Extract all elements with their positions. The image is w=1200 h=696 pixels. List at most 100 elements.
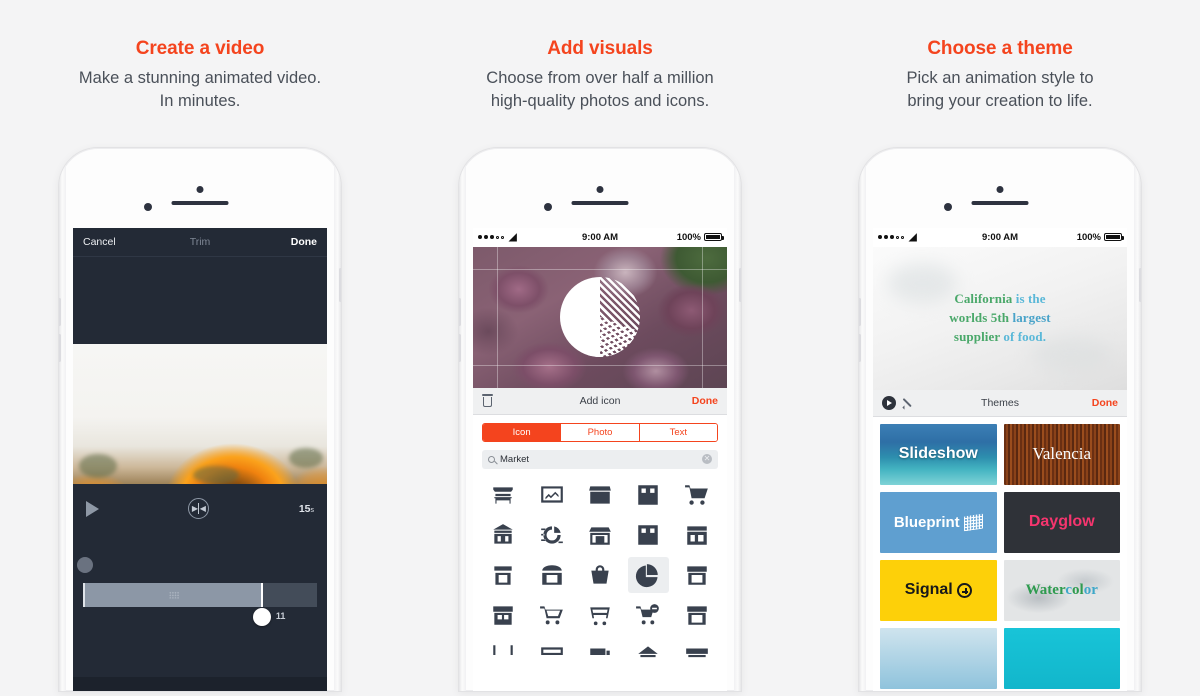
column-2-title: Add visuals bbox=[547, 38, 653, 59]
column-add-visuals: Add visuals Choose from over half a mill… bbox=[400, 0, 800, 696]
theme-card-watercolor[interactable]: Watercolor bbox=[1003, 559, 1120, 621]
battery-percent-label: 100% bbox=[1076, 231, 1102, 243]
duration-label: 15s bbox=[298, 502, 314, 515]
theme-card-valencia[interactable]: Valencia bbox=[1003, 423, 1120, 485]
two-story-shop-icon[interactable] bbox=[624, 515, 672, 555]
market-stall-icon[interactable] bbox=[479, 475, 527, 515]
power-button[interactable] bbox=[1139, 267, 1141, 302]
power-button[interactable] bbox=[339, 267, 341, 302]
partial-row-icon-4[interactable] bbox=[624, 635, 672, 675]
stall-counter-icon[interactable] bbox=[479, 555, 527, 595]
phone-frame-3: ◢ 9:00 AM 100% California is the worlds … bbox=[858, 146, 1142, 692]
search-field[interactable]: Market ✕ bbox=[482, 449, 718, 469]
shopping-cart-outline-icon[interactable] bbox=[527, 595, 575, 635]
themes-panel: Slideshow Valencia Blueprint Dayglow Sig… bbox=[873, 416, 1127, 691]
striped-awning-shop-icon[interactable] bbox=[673, 515, 721, 555]
slide-text-part-2: is the bbox=[1015, 290, 1046, 306]
trim-handles-icon[interactable]: ▶ ◀ bbox=[188, 498, 210, 520]
pencil-icon[interactable] bbox=[903, 397, 915, 409]
source-segmented-control[interactable]: Icon Photo Text bbox=[482, 422, 718, 442]
volume-down-button[interactable] bbox=[459, 333, 461, 362]
pie-chart-icon[interactable] bbox=[624, 555, 672, 595]
partial-row-icon-3[interactable] bbox=[576, 635, 624, 675]
icon-results-grid[interactable] bbox=[473, 469, 727, 691]
line-chart-icon[interactable] bbox=[527, 475, 575, 515]
play-icon[interactable] bbox=[882, 395, 896, 410]
volume-button[interactable] bbox=[59, 297, 61, 326]
partial-row-icon-2[interactable] bbox=[527, 635, 575, 675]
column-3-heading-block: Choose a theme Pick an animation style t… bbox=[906, 0, 1093, 114]
battery-area: 100% bbox=[1018, 231, 1125, 243]
theme-card-signal[interactable]: Signal bbox=[880, 559, 997, 621]
segment-icon[interactable]: Icon bbox=[483, 423, 562, 441]
done-button[interactable]: Done bbox=[1052, 397, 1118, 409]
volume-button[interactable] bbox=[459, 297, 461, 326]
trim-timeline[interactable]: 11 bbox=[77, 552, 317, 626]
theme-card-partial-2[interactable] bbox=[1003, 627, 1120, 689]
partial-row-icon-5[interactable] bbox=[673, 635, 721, 675]
done-button[interactable]: Done bbox=[652, 395, 718, 407]
phone-mockup-1: Cancel Trim Done ▶ ◀ 15s 11 bbox=[58, 146, 342, 692]
pie-chart-icon[interactable] bbox=[560, 277, 640, 358]
trim-navbar: Cancel Trim Done bbox=[73, 227, 327, 257]
striped-stall-icon[interactable] bbox=[673, 595, 721, 635]
themes-title: Themes bbox=[981, 396, 1019, 409]
carrier-signal: ◢ bbox=[878, 232, 982, 243]
trim-start-handle[interactable] bbox=[83, 582, 85, 607]
add-icon-panel: Icon Photo Text Market ✕ bbox=[473, 414, 727, 691]
theme-card-dayglow[interactable]: Dayglow bbox=[1003, 491, 1120, 553]
timeline-selection[interactable] bbox=[85, 582, 263, 607]
cancel-button[interactable]: Cancel bbox=[83, 236, 161, 248]
theme-card-partial-1[interactable] bbox=[880, 627, 997, 689]
building-storefront-icon[interactable] bbox=[624, 475, 672, 515]
trim-end-knob[interactable] bbox=[252, 607, 271, 626]
awning-shop-icon[interactable] bbox=[673, 555, 721, 595]
column-2-body-line-1: Choose from over half a million bbox=[486, 68, 714, 87]
proximity-sensor bbox=[544, 202, 552, 211]
segment-photo[interactable]: Photo bbox=[561, 423, 640, 441]
partial-row-icon-1[interactable] bbox=[479, 635, 527, 675]
shopping-basket-icon[interactable] bbox=[576, 555, 624, 595]
volume-down-button[interactable] bbox=[859, 333, 861, 362]
done-button[interactable]: Done bbox=[239, 236, 317, 248]
donut-chart-icon[interactable] bbox=[527, 515, 575, 555]
status-bar: ◢ 9:00 AM 100% bbox=[473, 227, 727, 247]
onions-photo[interactable] bbox=[473, 246, 727, 388]
trim-start-knob[interactable] bbox=[77, 556, 93, 573]
phone-frame-1: Cancel Trim Done ▶ ◀ 15s 11 bbox=[58, 146, 342, 692]
slide-preview[interactable]: California is the worlds 5th largest sup… bbox=[873, 246, 1127, 390]
cart-remove-icon[interactable] bbox=[624, 595, 672, 635]
status-bar-time: 9:00 AM bbox=[581, 231, 619, 243]
trim-end-handle[interactable] bbox=[260, 582, 263, 607]
slide-text-part-4: largest bbox=[1012, 309, 1051, 325]
carrier-signal: ◢ bbox=[478, 232, 582, 243]
volume-button[interactable] bbox=[859, 297, 861, 326]
segment-text[interactable]: Text bbox=[639, 423, 717, 441]
video-letterbox-top bbox=[73, 256, 327, 344]
blueprint-icon bbox=[963, 513, 983, 531]
play-icon[interactable] bbox=[86, 500, 99, 517]
slide-text: California is the worlds 5th largest sup… bbox=[949, 290, 1050, 347]
theme-label: Watercolor bbox=[1025, 581, 1098, 598]
theme-card-blueprint[interactable]: Blueprint bbox=[880, 491, 997, 553]
power-button[interactable] bbox=[739, 267, 741, 302]
market-front-icon[interactable] bbox=[479, 595, 527, 635]
striped-shop-icon[interactable] bbox=[527, 555, 575, 595]
market-hall-icon[interactable] bbox=[479, 515, 527, 555]
column-1-body-line-2: In minutes. bbox=[159, 92, 241, 111]
sunflower-video-frame[interactable] bbox=[73, 343, 327, 484]
search-input[interactable]: Market bbox=[500, 454, 697, 465]
shop-awning-icon[interactable] bbox=[576, 475, 624, 515]
grid-cart-icon[interactable] bbox=[576, 595, 624, 635]
theme-card-slideshow[interactable]: Slideshow bbox=[880, 423, 997, 485]
trash-icon[interactable] bbox=[482, 394, 548, 408]
themes-grid[interactable]: Slideshow Valencia Blueprint Dayglow Sig… bbox=[873, 417, 1127, 691]
storefront-outline-icon[interactable] bbox=[576, 515, 624, 555]
wifi-icon: ◢ bbox=[509, 231, 517, 243]
shopping-cart-icon[interactable] bbox=[673, 475, 721, 515]
battery-percent-label: 100% bbox=[676, 231, 702, 243]
column-3-title: Choose a theme bbox=[927, 38, 1073, 59]
earpiece-speaker bbox=[571, 200, 629, 205]
volume-down-button[interactable] bbox=[59, 333, 61, 362]
clear-icon[interactable]: ✕ bbox=[702, 454, 712, 465]
